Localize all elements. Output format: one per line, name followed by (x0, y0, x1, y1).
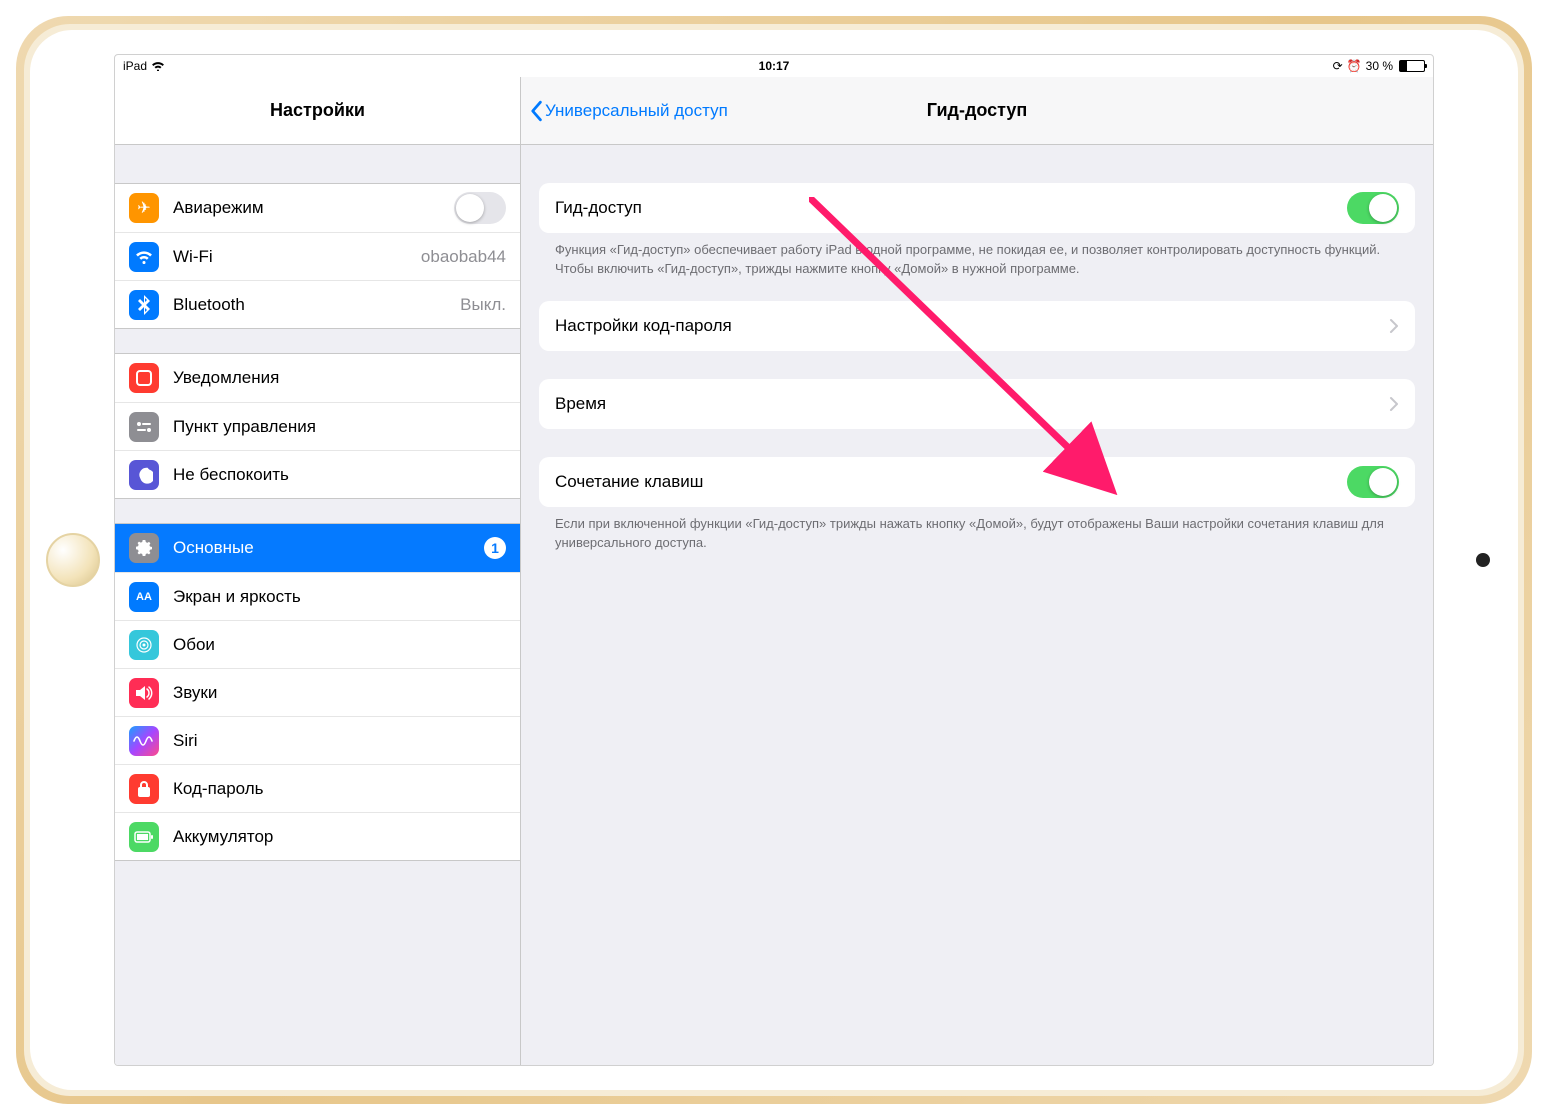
row-label: Wi-Fi (173, 247, 407, 267)
sidebar-item-airplane[interactable]: ✈ Авиарежим (115, 184, 520, 232)
row-label: Авиарежим (173, 198, 440, 218)
sidebar-item-general[interactable]: Основные 1 (115, 524, 520, 572)
device-label: iPad (123, 59, 147, 73)
row-label: Не беспокоить (173, 465, 506, 485)
detail-header: Универсальный доступ Гид-доступ (521, 77, 1433, 145)
footer-text-1: Функция «Гид-доступ» обеспечивает работу… (521, 233, 1433, 301)
back-button[interactable]: Универсальный доступ (521, 100, 728, 122)
sidebar-item-display[interactable]: AA Экран и яркость (115, 572, 520, 620)
sounds-icon (129, 678, 159, 708)
row-time-limits[interactable]: Время (539, 379, 1415, 429)
notifications-icon (129, 363, 159, 393)
alarm-icon: ⏰ (1347, 59, 1362, 73)
dnd-icon (129, 460, 159, 490)
home-button[interactable] (46, 533, 100, 587)
sidebar-item-sounds[interactable]: Звуки (115, 668, 520, 716)
sidebar-header: Настройки (115, 77, 520, 145)
wifi-value: obaobab44 (421, 247, 506, 267)
detail-title: Гид-доступ (927, 100, 1028, 121)
bluetooth-value: Выкл. (460, 295, 506, 315)
sidebar-item-dnd[interactable]: Не беспокоить (115, 450, 520, 498)
back-label: Универсальный доступ (545, 101, 728, 121)
wifi-icon (151, 61, 165, 71)
row-label: Звуки (173, 683, 506, 703)
row-guided-access[interactable]: Гид-доступ (539, 183, 1415, 233)
sidebar-item-bluetooth[interactable]: Bluetooth Выкл. (115, 280, 520, 328)
row-label: Время (555, 394, 1389, 414)
row-label: Экран и яркость (173, 587, 506, 607)
sidebar-item-notifications[interactable]: Уведомления (115, 354, 520, 402)
display-icon: AA (129, 582, 159, 612)
airplane-toggle[interactable] (454, 192, 506, 224)
guided-access-toggle[interactable] (1347, 192, 1399, 224)
status-bar: iPad 10:17 ⟳ ⏰ 30 % (115, 55, 1433, 77)
settings-sidebar: Настройки ✈ Авиарежим (115, 77, 521, 1065)
row-keyboard-shortcut[interactable]: Сочетание клавиш (539, 457, 1415, 507)
battery-settings-icon (129, 822, 159, 852)
sidebar-item-siri[interactable]: Siri (115, 716, 520, 764)
general-badge: 1 (484, 537, 506, 559)
row-label: Основные (173, 538, 470, 558)
sidebar-item-battery[interactable]: Аккумулятор (115, 812, 520, 860)
sidebar-item-wallpaper[interactable]: Обои (115, 620, 520, 668)
row-label: Настройки код-пароля (555, 316, 1389, 336)
chevron-left-icon (529, 100, 543, 122)
camera-dot (1476, 553, 1490, 567)
wifi-settings-icon (129, 242, 159, 272)
battery-icon (1399, 60, 1425, 72)
airplane-icon: ✈ (129, 193, 159, 223)
sidebar-item-control-center[interactable]: Пункт управления (115, 402, 520, 450)
battery-text: 30 % (1366, 59, 1393, 73)
bluetooth-icon (129, 290, 159, 320)
row-label: Уведомления (173, 368, 506, 388)
row-passcode-settings[interactable]: Настройки код-пароля (539, 301, 1415, 351)
row-label: Пункт управления (173, 417, 506, 437)
chevron-right-icon (1389, 396, 1399, 412)
chevron-right-icon (1389, 318, 1399, 334)
row-label: Siri (173, 731, 506, 751)
row-label: Гид-доступ (555, 198, 1347, 218)
gear-icon (129, 533, 159, 563)
sidebar-title: Настройки (270, 100, 365, 121)
keyboard-shortcut-toggle[interactable] (1347, 466, 1399, 498)
wallpaper-icon (129, 630, 159, 660)
passcode-icon (129, 774, 159, 804)
clock: 10:17 (759, 59, 790, 73)
row-label: Сочетание клавиш (555, 472, 1347, 492)
row-label: Bluetooth (173, 295, 446, 315)
sidebar-item-wifi[interactable]: Wi-Fi obaobab44 (115, 232, 520, 280)
detail-pane: Универсальный доступ Гид-доступ Гид-дост… (521, 77, 1433, 1065)
orientation-lock-icon: ⟳ (1333, 59, 1343, 73)
siri-icon (129, 726, 159, 756)
row-label: Код-пароль (173, 779, 506, 799)
sidebar-item-passcode[interactable]: Код-пароль (115, 764, 520, 812)
row-label: Обои (173, 635, 506, 655)
control-center-icon (129, 412, 159, 442)
footer-text-2: Если при включенной функции «Гид-доступ»… (521, 507, 1433, 575)
screen: iPad 10:17 ⟳ ⏰ 30 % Настройки (114, 54, 1434, 1066)
row-label: Аккумулятор (173, 827, 506, 847)
